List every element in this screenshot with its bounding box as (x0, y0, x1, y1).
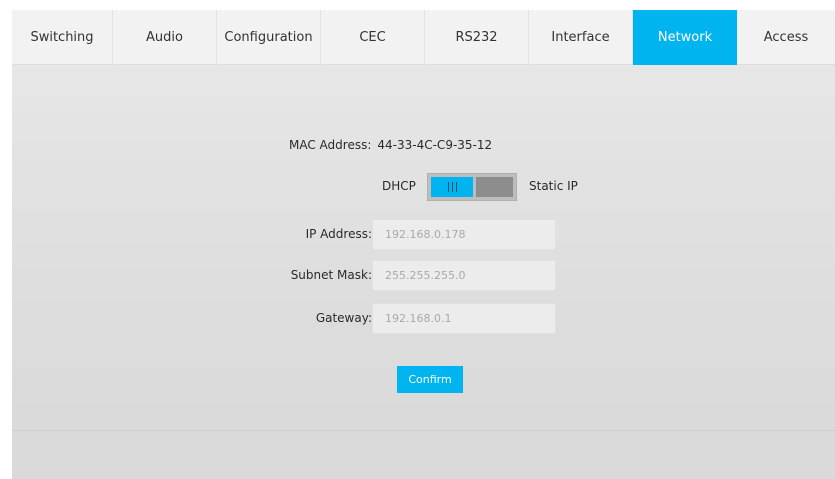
gateway-input[interactable] (372, 303, 556, 334)
tab-audio[interactable]: Audio (113, 10, 217, 65)
gateway-label: Gateway: (315, 311, 372, 325)
tab-access[interactable]: Access (737, 10, 835, 65)
toggle-knob[interactable] (431, 177, 473, 197)
subnet-mask-label: Subnet Mask: (290, 268, 372, 282)
ip-address-label: IP Address: (305, 227, 372, 241)
ip-address-input[interactable] (372, 219, 556, 250)
mac-address-label: MAC Address: (289, 138, 372, 152)
tab-configuration[interactable]: Configuration (217, 10, 321, 65)
ip-mode-toggle[interactable] (427, 173, 517, 201)
ip-mode-row: DHCP Static IP (12, 173, 835, 201)
grip-lines-icon (447, 182, 457, 192)
dhcp-label: DHCP (382, 179, 416, 193)
mac-address-value: 44-33-4C-C9-35-12 (377, 138, 493, 152)
mac-address-row: MAC Address: 44-33-4C-C9-35-12 (289, 138, 492, 152)
tab-cec[interactable]: CEC (321, 10, 425, 65)
ip-address-row: IP Address: (12, 219, 835, 250)
subnet-mask-row: Subnet Mask: (12, 260, 835, 291)
confirm-button[interactable]: Confirm (397, 366, 463, 393)
toggle-off-side (476, 177, 513, 197)
tab-switching[interactable]: Switching (12, 10, 113, 65)
gateway-row: Gateway: (12, 303, 835, 334)
tab-bar: Switching Audio Configuration CEC RS232 … (12, 10, 835, 65)
tab-interface[interactable]: Interface (529, 10, 633, 65)
footer-bar (12, 431, 835, 479)
static-ip-label: Static IP (529, 179, 578, 193)
subnet-mask-input[interactable] (372, 260, 556, 291)
app-frame: Switching Audio Configuration CEC RS232 … (12, 10, 835, 479)
tab-network[interactable]: Network (633, 10, 737, 65)
tab-rs232[interactable]: RS232 (425, 10, 529, 65)
